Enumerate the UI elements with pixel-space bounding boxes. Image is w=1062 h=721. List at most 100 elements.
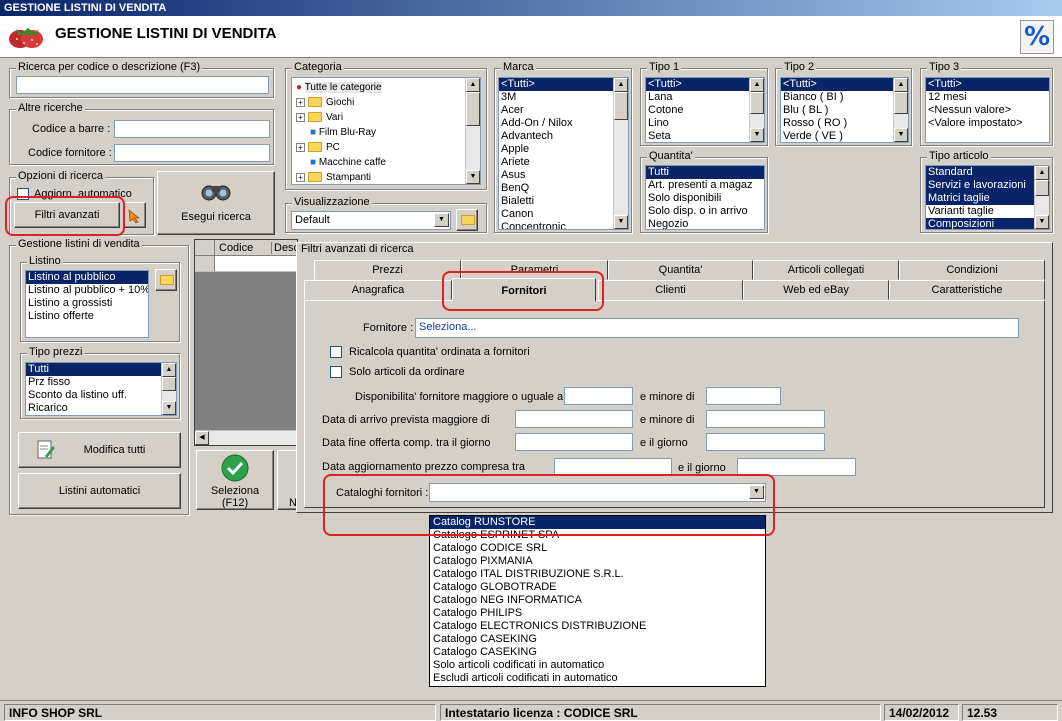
- only-to-order-checkbox[interactable]: [330, 366, 342, 378]
- list-item[interactable]: Negozio: [646, 218, 764, 229]
- dropdown-option[interactable]: Catalogo PIXMANIA: [430, 555, 765, 568]
- tree-item-all[interactable]: ● Tutte le categorie: [294, 80, 478, 95]
- list-item[interactable]: Tutti: [646, 166, 764, 179]
- listino-list[interactable]: Listino al pubblico Listino al pubblico …: [25, 270, 149, 338]
- list-item[interactable]: <Tutti>: [646, 78, 764, 91]
- list-item[interactable]: 12 mesi: [926, 91, 1049, 104]
- list-item[interactable]: Cotone: [646, 104, 764, 117]
- list-item[interactable]: Servizi e lavorazioni: [926, 179, 1049, 192]
- list-item[interactable]: <Tutti>: [499, 78, 628, 91]
- list-item[interactable]: <Tutti>: [781, 78, 908, 91]
- dropdown-option[interactable]: Catalogo ELECTRONICS DISTRIBUZIONE: [430, 620, 765, 633]
- list-item[interactable]: Canon: [499, 208, 628, 221]
- type2-scrollbar[interactable]: ▲ ▼: [893, 78, 908, 142]
- grid-hscrollbar[interactable]: ◀: [195, 430, 297, 445]
- type3-list[interactable]: <Tutti> 12 mesi <Nessun valore> <Valore …: [925, 77, 1050, 143]
- listino-folder-button[interactable]: [155, 269, 177, 291]
- list-item[interactable]: Solo disp. o in arrivo: [646, 205, 764, 218]
- dropdown-option[interactable]: Catalogo ITAL DISTRIBUZIONE S.R.L.: [430, 568, 765, 581]
- supplier-catalogs-dropdown[interactable]: Catalog RUNSTORE Catalogo ESPRINET SPA C…: [429, 515, 766, 687]
- list-item[interactable]: Lino: [646, 117, 764, 130]
- grid-column-desc[interactable]: Desc: [271, 242, 299, 254]
- type2-list[interactable]: <Tutti> Bianco ( BI ) Blu ( BL ) Rosso (…: [780, 77, 909, 143]
- brand-scrollbar[interactable]: ▲ ▼: [613, 78, 628, 229]
- list-item[interactable]: Listino offerte: [26, 310, 148, 323]
- tree-item[interactable]: + PC: [294, 140, 478, 155]
- arrival-from-field[interactable]: [515, 410, 633, 428]
- list-item[interactable]: Tutti: [26, 363, 176, 376]
- grid-column-codice[interactable]: Codice: [219, 242, 253, 254]
- list-item[interactable]: <Valore impostato>: [926, 117, 1049, 130]
- tab-anagrafica[interactable]: Anagrafica: [304, 280, 452, 300]
- article-type-scrollbar[interactable]: ▲ ▼: [1034, 166, 1049, 229]
- supplier-select-field[interactable]: Seleziona...: [415, 318, 1019, 338]
- dropdown-option[interactable]: Solo articoli codificati in automatico: [430, 659, 765, 672]
- list-item[interactable]: Add-On / Nilox: [499, 117, 628, 130]
- tree-item[interactable]: + Giochi: [294, 95, 478, 110]
- supplier-code-field[interactable]: [114, 144, 270, 162]
- list-item[interactable]: Ariete: [499, 156, 628, 169]
- search-input[interactable]: [16, 76, 269, 94]
- recalc-ordered-checkbox[interactable]: [330, 346, 342, 358]
- quantity-list[interactable]: Tutti Art. presenti a magaz Solo disponi…: [645, 165, 765, 230]
- apply-filter-button[interactable]: [124, 202, 146, 228]
- select-button[interactable]: Seleziona (F12): [196, 450, 274, 510]
- list-item[interactable]: Sconto da listino uff.: [26, 389, 176, 402]
- list-item[interactable]: Advantech: [499, 130, 628, 143]
- list-item[interactable]: Solo disponibili: [646, 192, 764, 205]
- tab-web-ebay[interactable]: Web ed eBay: [743, 280, 889, 300]
- offer-end-to-field[interactable]: [706, 433, 825, 451]
- results-grid[interactable]: Codice Desc ◀: [194, 239, 299, 446]
- list-item[interactable]: 3M: [499, 91, 628, 104]
- list-item[interactable]: Varianti taglie: [926, 205, 1049, 218]
- folder-open-button[interactable]: [456, 209, 478, 231]
- list-item[interactable]: <Tutti>: [926, 78, 1049, 91]
- dropdown-option[interactable]: Catalogo CASEKING: [430, 633, 765, 646]
- tree-item[interactable]: ■ Film Blu-Ray: [294, 125, 478, 140]
- list-item[interactable]: Asus: [499, 169, 628, 182]
- list-item[interactable]: Listino al pubblico + 10%: [26, 284, 148, 297]
- barcode-field[interactable]: [114, 120, 270, 138]
- dropdown-option[interactable]: Catalogo GLOBOTRADE: [430, 581, 765, 594]
- dropdown-option[interactable]: Catalogo PHILIPS: [430, 607, 765, 620]
- list-item[interactable]: Rosso ( RO ): [781, 117, 908, 130]
- list-item[interactable]: Ricarico: [26, 402, 176, 415]
- dropdown-option[interactable]: Catalogo NEG INFORMATICA: [430, 594, 765, 607]
- tab-quantita[interactable]: Quantita': [608, 260, 753, 280]
- modify-all-button[interactable]: Modifica tutti: [18, 432, 181, 468]
- list-item[interactable]: Bianco ( BI ): [781, 91, 908, 104]
- tree-item[interactable]: + Vari: [294, 110, 478, 125]
- category-tree[interactable]: ● Tutte le categorie + Giochi + Vari ■ Fil…: [291, 77, 481, 185]
- dropdown-option[interactable]: Catalogo CODICE SRL: [430, 542, 765, 555]
- list-item[interactable]: Seta: [646, 130, 764, 142]
- tab-caratteristiche[interactable]: Caratteristiche: [889, 280, 1045, 300]
- tree-item[interactable]: ■ Macchine caffe: [294, 155, 478, 170]
- arrival-to-field[interactable]: [706, 410, 825, 428]
- execute-search-button[interactable]: Esegui ricerca: [157, 171, 275, 235]
- type1-scrollbar[interactable]: ▲ ▼: [749, 78, 764, 142]
- price-type-scrollbar[interactable]: ▲ ▼: [161, 363, 176, 415]
- list-item[interactable]: Listino a grossisti: [26, 297, 148, 310]
- list-item[interactable]: <Nessun valore>: [926, 104, 1049, 117]
- list-item[interactable]: Bialetti: [499, 195, 628, 208]
- dropdown-option[interactable]: Escludi articoli codificati in automatic…: [430, 672, 765, 685]
- availability-max-field[interactable]: [706, 387, 781, 405]
- table-row[interactable]: [195, 256, 297, 272]
- tab-condizioni[interactable]: Condizioni: [899, 260, 1045, 280]
- type1-list[interactable]: <Tutti> Lana Cotone Lino Seta ▲ ▼: [645, 77, 765, 143]
- tab-clienti[interactable]: Clienti: [598, 280, 743, 300]
- view-select[interactable]: Default ▼: [291, 211, 451, 230]
- brand-list[interactable]: <Tutti> 3M Acer Add-On / Nilox Advantech…: [498, 77, 629, 230]
- list-item[interactable]: Concentronic: [499, 221, 628, 229]
- automatic-price-lists-button[interactable]: Listini automatici: [18, 473, 181, 509]
- list-item[interactable]: Art. presenti a magaz: [646, 179, 764, 192]
- list-item[interactable]: Acer: [499, 104, 628, 117]
- list-item[interactable]: Listino al pubblico: [26, 271, 148, 284]
- category-scrollbar[interactable]: ▲ ▼: [465, 78, 480, 184]
- list-item[interactable]: Standard: [926, 166, 1049, 179]
- tab-articoli-collegati[interactable]: Articoli collegati: [753, 260, 899, 280]
- list-item[interactable]: Matrici taglie: [926, 192, 1049, 205]
- price-type-list[interactable]: Tutti Prz fisso Sconto da listino uff. R…: [25, 362, 177, 416]
- tree-item[interactable]: + Stampanti: [294, 170, 478, 184]
- tab-prezzi[interactable]: Prezzi: [314, 260, 461, 280]
